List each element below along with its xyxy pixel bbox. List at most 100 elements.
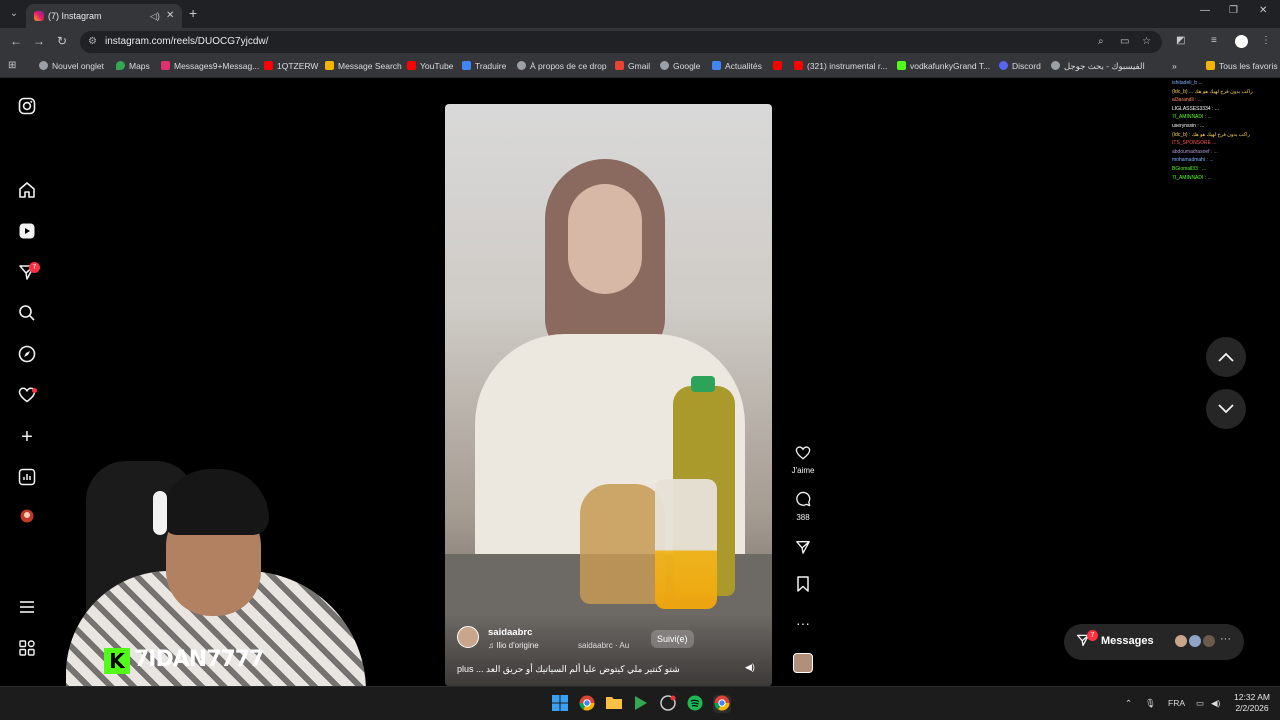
google-icon <box>660 61 669 70</box>
bookmark-item[interactable] <box>773 61 786 71</box>
instagram-favicon-icon <box>34 11 44 21</box>
send-icon <box>788 539 818 560</box>
comment-button[interactable]: 388 <box>788 491 818 522</box>
tab-audio-icon[interactable]: ◁) <box>150 4 160 28</box>
globe-icon <box>39 61 48 70</box>
heart-icon <box>788 445 818 465</box>
browser-menu-icon[interactable]: ⋮ <box>1261 35 1271 46</box>
reel-video[interactable]: saidaabrc ♫ Ilio d'origine saidaabrc · A… <box>445 104 772 686</box>
bookmark-label: Gmail <box>628 61 651 71</box>
instagram-logo-icon[interactable] <box>17 97 37 117</box>
create-plus-icon[interactable]: + <box>17 427 37 447</box>
more-options-icon[interactable]: ··· <box>788 614 818 632</box>
bookmark-item[interactable]: Google <box>660 61 700 71</box>
apps-grid-icon[interactable]: ⊞ <box>8 60 16 71</box>
address-bar[interactable]: ⚙ instagram.com/reels/DUOCG7yjcdw/ ⌕ ▭ ☆ <box>80 31 1162 53</box>
like-button[interactable]: J'aime <box>788 445 818 475</box>
chrome-icon[interactable] <box>578 695 596 713</box>
network-icon[interactable]: ▭ <box>1196 698 1204 709</box>
more-menu-icon[interactable] <box>17 599 37 619</box>
windows-start-icon[interactable] <box>551 695 569 713</box>
bookmark-item[interactable]: Messages9+Messag... <box>161 61 259 71</box>
media-controls-icon[interactable]: ≡ <box>1211 35 1217 46</box>
bookmark-item[interactable]: Traduire <box>462 61 506 71</box>
audio-thumbnail[interactable] <box>793 653 813 673</box>
bookmark-label: À propos de ce drop <box>530 61 607 71</box>
bookmark-item[interactable]: vodkafunkyGrand T... <box>897 61 990 71</box>
chrome-active-icon[interactable] <box>713 695 731 713</box>
tray-overflow-icon[interactable]: ⌃ <box>1125 698 1132 709</box>
microphone-icon[interactable]: 🎙︎ <box>1145 698 1156 709</box>
site-info-icon[interactable]: ⚙ <box>88 36 97 47</box>
profile-avatar-icon[interactable] <box>17 508 37 528</box>
volume-icon[interactable]: ◀) <box>745 662 755 673</box>
bookmark-label: YouTube <box>420 61 454 71</box>
bookmark-label: Messages9+Messag... <box>174 61 260 71</box>
previous-reel-button[interactable] <box>1206 337 1246 377</box>
system-clock[interactable]: 12:32 AM 2/2/2026 <box>1228 692 1276 714</box>
comment-count: 388 <box>796 513 810 522</box>
contact-avatar <box>1174 634 1188 648</box>
all-bookmarks-label: Tous les favoris <box>1219 61 1278 71</box>
maps-pin-icon <box>116 61 125 70</box>
forward-button[interactable]: → <box>33 34 45 48</box>
reel-caption[interactable]: plus ... شتو كنتير ملي كيتوض عليا ألم ال… <box>457 664 680 675</box>
messages-pill-badge: 7 <box>1087 630 1098 641</box>
browser-tab-instagram[interactable]: (7) Instagram ◁) ✕ <box>26 4 182 28</box>
bookmark-item[interactable]: Nouvel onglet <box>39 61 104 71</box>
chat-line: mohamadmahi : ... <box>1172 157 1214 164</box>
bookmark-item[interactable]: À propos de ce drop <box>517 61 607 71</box>
discord-icon <box>999 61 1008 70</box>
author-avatar[interactable] <box>457 626 479 648</box>
profile-avatar[interactable] <box>1235 35 1248 48</box>
reels-icon[interactable] <box>17 222 37 242</box>
search-icon[interactable] <box>17 304 37 324</box>
save-button[interactable] <box>788 576 818 597</box>
bookmark-label: vodkafunkyGrand T... <box>910 61 991 71</box>
author-username[interactable]: saidaabrc <box>488 627 532 638</box>
next-reel-button[interactable] <box>1206 389 1246 429</box>
browser-tab-strip: ⌄ (7) Instagram ◁) ✕ + — ❐ ✕ <box>0 0 1280 28</box>
minimize-window-icon[interactable]: — <box>1200 5 1210 16</box>
reel-audio[interactable]: ♫ Ilio d'origine <box>488 641 539 650</box>
bookmark-item[interactable]: Message Search <box>325 61 402 71</box>
all-bookmarks[interactable]: Tous les favoris <box>1206 61 1278 71</box>
notification-dot <box>32 388 37 393</box>
chat-line: al3arandli : ... <box>1172 97 1203 104</box>
bookmark-item[interactable]: Actualités <box>712 61 762 71</box>
bookmark-item[interactable]: Gmail <box>615 61 650 71</box>
globe-icon <box>517 61 526 70</box>
following-button[interactable]: Suivi(e) <box>651 630 694 648</box>
bookmark-item[interactable]: الفيسبوك - بحث جوجل <box>1051 61 1145 72</box>
speaker-icon[interactable]: ◀) <box>1211 698 1220 709</box>
bookmark-star-icon[interactable]: ☆ <box>1142 36 1151 47</box>
restore-window-icon[interactable]: ❐ <box>1229 5 1238 16</box>
home-icon[interactable] <box>17 181 37 201</box>
bookmark-item[interactable]: Maps <box>116 61 150 71</box>
extensions-icon[interactable]: ◩ <box>1176 35 1185 46</box>
close-window-icon[interactable]: ✕ <box>1259 5 1267 16</box>
bookmark-item[interactable]: YouTube <box>407 61 453 71</box>
tab-search-chevron-icon[interactable]: ⌄ <box>6 6 22 22</box>
bookmark-item[interactable]: (321) instrumental r... <box>794 61 887 71</box>
video-bottle-cap <box>691 376 715 392</box>
also-from-meta-icon[interactable] <box>17 640 37 660</box>
share-button[interactable] <box>788 539 818 560</box>
bookmark-item[interactable]: Discord <box>999 61 1041 71</box>
cast-icon[interactable]: ▭ <box>1120 36 1129 47</box>
dashboard-icon[interactable] <box>17 468 37 488</box>
app-icon[interactable] <box>659 695 677 713</box>
zoom-icon[interactable]: ⌕ <box>1098 36 1104 47</box>
explore-compass-icon[interactable] <box>17 345 37 365</box>
messages-drawer-button[interactable]: 7 Messages ··· <box>1064 624 1244 660</box>
file-explorer-icon[interactable] <box>605 695 623 713</box>
bookmark-item[interactable]: 1QTZERW <box>264 61 318 71</box>
more-bookmarks-icon[interactable]: » <box>1172 61 1177 71</box>
tab-close-icon[interactable]: ✕ <box>166 4 174 28</box>
play-store-icon[interactable] <box>632 695 650 713</box>
new-tab-button[interactable]: + <box>189 5 197 21</box>
back-button[interactable]: ← <box>10 34 22 48</box>
spotify-icon[interactable] <box>686 695 704 713</box>
reload-button[interactable]: ↻ <box>57 34 67 48</box>
language-indicator[interactable]: FRA <box>1168 698 1185 708</box>
